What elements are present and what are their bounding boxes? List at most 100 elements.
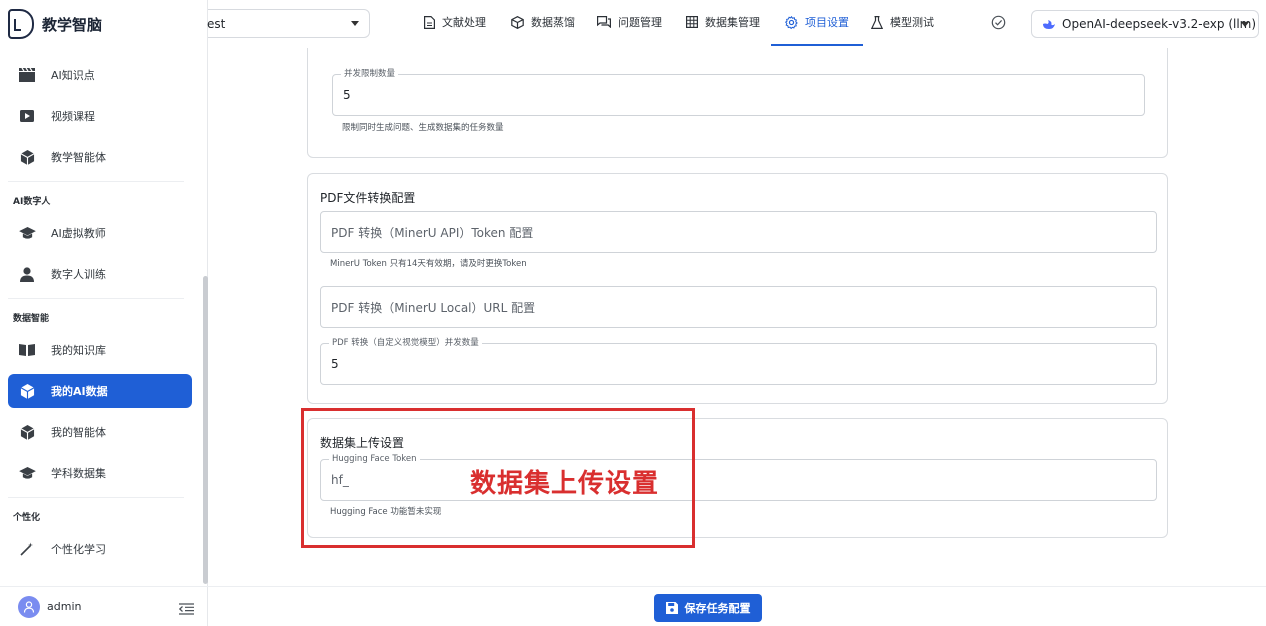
sidebar-item-label: 我的智能体 [51,426,106,439]
tab-model-testing[interactable]: 模型测试 [871,0,934,44]
sidebar-item-ai-knowledge[interactable]: AI知识点 [8,58,192,92]
tab-literature-processing[interactable]: 文献处理 [424,0,486,44]
sidebar-item-video-course[interactable]: 视频课程 [8,99,192,133]
cube-icon [511,15,524,29]
mineru-local-url-field[interactable]: PDF 转换（MinerU Local）URL 配置 [320,286,1157,328]
sidebar-item-label: AI知识点 [51,69,95,82]
tab-question-management[interactable]: 问题管理 [597,0,662,44]
sidebar-item-teaching-agent[interactable]: 教学智能体 [8,140,192,174]
chat-icon [597,16,611,28]
sidebar-item-subject-dataset[interactable]: 学科数据集 [8,456,192,490]
field-label: PDF 转换（自定义视觉模型）并发数量 [329,338,482,349]
sidebar-item-digital-human-training[interactable]: 数字人训练 [8,257,192,291]
user-name: admin [47,600,82,613]
sidebar-item-ai-teacher[interactable]: AI虚拟教师 [8,216,192,250]
pdf-vision-concurrency-field[interactable]: PDF 转换（自定义视觉模型）并发数量 5 [320,338,1157,385]
menu-collapse-icon [178,603,194,615]
nav-group-digital-human: AI数字人 [13,197,51,207]
model-select-value: OpenAI-deepseek-v3.2-exp (llm) [1062,17,1257,31]
project-select[interactable]: est [207,9,370,38]
sidebar-item-label: 视频课程 [51,110,95,123]
task-config-card: 并发限制数量 5 限制同时生成问题、生成数据集的任务数量 [307,48,1168,158]
divider [8,298,184,299]
tab-label: 数据蒸馏 [531,16,575,29]
sidebar: 教学智脑 AI知识点 视频课程 教学智能体 AI数字人 AI虚拟教师 数字人训练… [0,0,208,626]
card-title: 数据集上传设置 [320,436,405,450]
tab-project-settings[interactable]: 项目设置 [771,0,863,46]
caret-down-icon [351,21,359,26]
tab-label: 模型测试 [890,16,934,29]
mineru-api-token-field[interactable]: PDF 转换（MinerU API）Token 配置 [320,211,1157,253]
settings-content: 并发限制数量 5 限制同时生成问题、生成数据集的任务数量 PDF文件转换配置 P… [208,48,1266,586]
field-helper: 限制同时生成问题、生成数据集的任务数量 [342,123,504,133]
sidebar-item-my-agent[interactable]: 我的智能体 [8,415,192,449]
brand-name: 教学智脑 [42,15,103,34]
field-helper: Hugging Face 功能暂未实现 [330,507,442,517]
user-panel: admin [0,586,208,626]
sidebar-item-my-knowledge-base[interactable]: 我的知识库 [8,333,192,367]
cube-icon [18,423,36,441]
magic-wand-icon [18,540,36,558]
field-label: Hugging Face Token [329,454,420,465]
tab-dataset-management[interactable]: 数据集管理 [686,0,760,44]
sidebar-nav: AI知识点 视频课程 教学智能体 AI数字人 AI虚拟教师 数字人训练 数据智能… [0,58,200,573]
nav-group-personalization: 个性化 [13,513,41,523]
flask-icon [871,15,883,29]
sidebar-item-label: 个性化学习 [51,543,106,556]
field-value: hf_ [331,473,349,487]
annotation-label: 数据集上传设置 [470,469,660,499]
user-icon [23,600,35,613]
collapse-sidebar-button[interactable] [178,600,194,619]
graduation-cap-icon [18,464,36,482]
deepseek-whale-icon [1042,19,1056,30]
project-select-value: est [207,16,226,31]
document-icon [424,15,435,29]
divider [8,181,184,182]
tab-data-distillation[interactable]: 数据蒸馏 [511,0,575,44]
pdf-conversion-card: PDF文件转换配置 PDF 转换（MinerU API）Token 配置 Min… [307,173,1168,404]
sidebar-item-label: 教学智能体 [51,151,106,164]
tab-label: 项目设置 [805,16,849,29]
cube-icon [18,382,36,400]
play-video-icon [18,107,36,125]
sidebar-item-my-ai-data[interactable]: 我的AI数据 [8,374,192,408]
field-label: 并发限制数量 [341,69,399,80]
concurrency-limit-field[interactable]: 并发限制数量 5 [332,69,1145,116]
avatar[interactable] [18,595,40,618]
field-value: 5 [331,357,339,371]
status-check-button[interactable] [991,15,1006,34]
graduation-cap-icon [18,224,36,242]
footer-bar: 保存任务配置 [208,586,1266,626]
tab-label: 文献处理 [442,16,486,29]
save-task-config-button[interactable]: 保存任务配置 [654,594,762,622]
sidebar-item-label: 数字人训练 [51,268,106,281]
field-placeholder: PDF 转换（MinerU Local）URL 配置 [331,300,536,315]
grid-icon [686,16,698,28]
brand[interactable]: 教学智脑 [8,8,102,40]
clapperboard-icon [18,66,36,84]
sidebar-item-label: 我的AI数据 [51,385,108,398]
save-button-label: 保存任务配置 [684,603,751,615]
sidebar-item-label: 我的知识库 [51,344,106,357]
check-circle-icon [991,15,1006,30]
top-bar: est 文献处理 数据蒸馏 问题管理 数据集管理 项目设置 模型测试 OpenA… [207,0,1266,48]
model-select[interactable]: OpenAI-deepseek-v3.2-exp (llm) [1031,10,1259,38]
brand-logo-icon [8,9,34,39]
gear-icon [785,15,798,29]
tab-label: 问题管理 [618,16,662,29]
sidebar-item-label: 学科数据集 [51,467,106,480]
field-helper: MinerU Token 只有14天有效期，请及时更换Token [330,259,527,269]
hugging-face-token-field[interactable]: Hugging Face Token hf_ [320,454,1157,501]
divider [8,497,184,498]
sidebar-item-label: AI虚拟教师 [51,227,106,240]
person-icon [18,265,36,283]
field-placeholder: PDF 转换（MinerU API）Token 配置 [331,225,534,240]
sidebar-item-personalized-learning[interactable]: 个性化学习 [8,532,192,566]
dataset-upload-card: 数据集上传设置 Hugging Face Token hf_ Hugging F… [307,418,1168,538]
caret-down-icon [1241,22,1249,27]
field-value: 5 [343,88,351,102]
book-open-icon [18,341,36,359]
save-icon [665,602,678,614]
tab-label: 数据集管理 [705,16,760,29]
cube-icon [18,148,36,166]
